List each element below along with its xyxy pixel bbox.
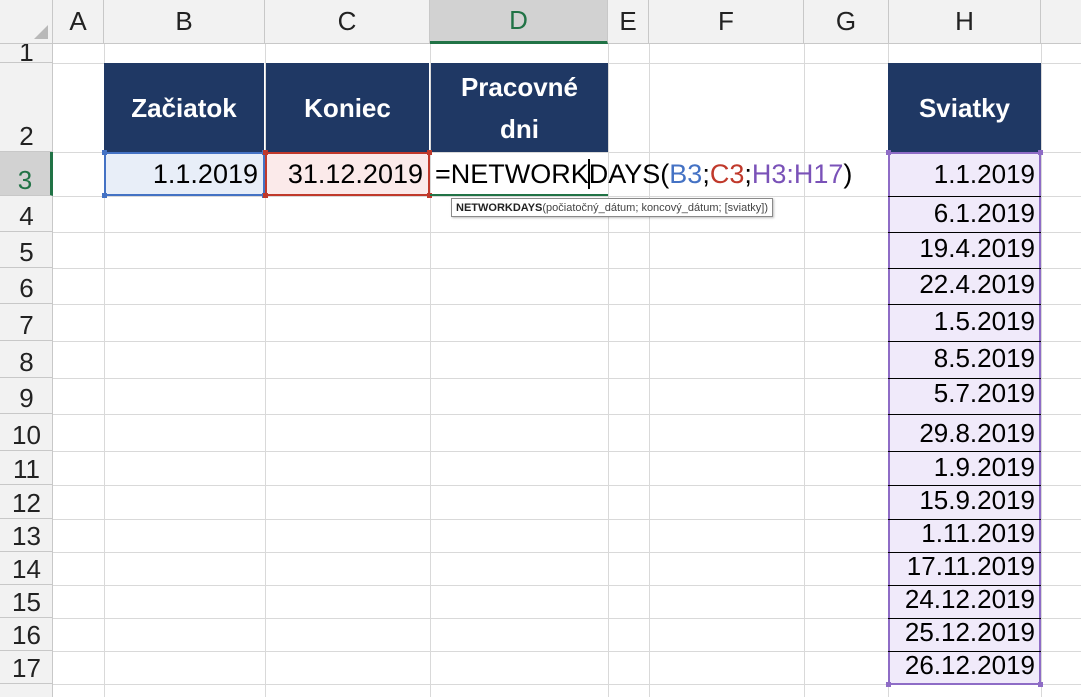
active-cell-border bbox=[430, 194, 608, 196]
column-header-b[interactable]: B bbox=[104, 0, 265, 44]
range-handle[interactable] bbox=[102, 150, 107, 155]
column-header-next[interactable] bbox=[1041, 0, 1081, 44]
holiday-cell[interactable]: 1.5.2019 bbox=[888, 305, 1041, 338]
row-header-2[interactable]: 2 bbox=[0, 63, 53, 152]
header-end-cell[interactable]: Koniec bbox=[266, 63, 430, 152]
formula-sep2: ; bbox=[744, 158, 752, 189]
row-header-7[interactable]: 7 bbox=[0, 304, 53, 341]
row-header-13[interactable]: 13 bbox=[0, 519, 53, 552]
holiday-cell[interactable]: 6.1.2019 bbox=[888, 197, 1041, 230]
holiday-row-line bbox=[888, 414, 1041, 415]
row-header-11[interactable]: 11 bbox=[0, 451, 53, 485]
row-header-14[interactable]: 14 bbox=[0, 552, 53, 585]
column-header-h[interactable]: H bbox=[889, 0, 1041, 44]
start-date-cell[interactable]: 1.1.2019 bbox=[104, 152, 265, 196]
holiday-cell[interactable]: 25.12.2019 bbox=[888, 616, 1041, 649]
header-workdays-line1: Pracovné bbox=[460, 71, 579, 102]
tooltip-function-name[interactable]: NETWORKDAYS bbox=[456, 202, 542, 214]
column-header-f[interactable]: F bbox=[649, 0, 804, 44]
formula-func-rest: DAYS( bbox=[588, 158, 670, 189]
row-header-16[interactable]: 16 bbox=[0, 618, 53, 651]
formula-arg-holidays: H3:H17 bbox=[751, 158, 844, 189]
formula-close: ) bbox=[843, 158, 853, 189]
row-header-4[interactable]: 4 bbox=[0, 196, 53, 232]
row-header-12[interactable]: 12 bbox=[0, 485, 53, 519]
holiday-cell[interactable]: 24.12.2019 bbox=[888, 583, 1041, 616]
holiday-cell[interactable]: 5.7.2019 bbox=[888, 377, 1041, 410]
gridline bbox=[1041, 44, 1042, 697]
formula-sep1: ; bbox=[702, 158, 710, 189]
header-workdays-line2: dni bbox=[500, 113, 539, 144]
select-all-triangle-icon bbox=[34, 25, 48, 39]
row-header-6[interactable]: 6 bbox=[0, 268, 53, 304]
holiday-cell[interactable]: 29.8.2019 bbox=[888, 417, 1041, 450]
range-handle[interactable] bbox=[263, 193, 268, 198]
holiday-cell[interactable]: 15.9.2019 bbox=[888, 484, 1041, 517]
holiday-cell[interactable]: 22.4.2019 bbox=[888, 268, 1041, 301]
column-header-g[interactable]: G bbox=[804, 0, 889, 44]
select-all-corner[interactable] bbox=[0, 0, 53, 44]
row-header-3[interactable]: 3 bbox=[0, 152, 53, 196]
range-handle[interactable] bbox=[1038, 150, 1043, 155]
holiday-cell[interactable]: 1.1.2019 bbox=[888, 158, 1041, 191]
header-start-cell[interactable]: Začiatok bbox=[104, 63, 265, 152]
range-handle[interactable] bbox=[1038, 682, 1043, 687]
row-header-5[interactable]: 5 bbox=[0, 232, 53, 268]
row-header-8[interactable]: 8 bbox=[0, 341, 53, 378]
holiday-cell[interactable]: 26.12.2019 bbox=[888, 649, 1041, 682]
row-header-9[interactable]: 9 bbox=[0, 378, 53, 414]
column-header-e[interactable]: E bbox=[608, 0, 649, 44]
gridline bbox=[649, 44, 650, 697]
holiday-cell[interactable]: 1.11.2019 bbox=[888, 517, 1041, 550]
formula-prefix: =NETWORK bbox=[435, 158, 589, 189]
function-tooltip[interactable]: NETWORKDAYS (počiatočný_dátum; koncový_dá… bbox=[451, 198, 773, 217]
holiday-cell[interactable]: 8.5.2019 bbox=[888, 342, 1041, 375]
formula-arg-end: C3 bbox=[709, 158, 745, 189]
column-header-c[interactable]: C bbox=[265, 0, 430, 44]
header-holidays-cell[interactable]: Sviatky bbox=[888, 63, 1041, 152]
row-header-17[interactable]: 17 bbox=[0, 651, 53, 684]
holiday-cell[interactable]: 1.9.2019 bbox=[888, 451, 1041, 484]
column-header-a[interactable]: A bbox=[53, 0, 104, 44]
tooltip-args: (počiatočný_dátum; koncový_dátum; [sviat… bbox=[542, 201, 768, 214]
holiday-cell[interactable]: 19.4.2019 bbox=[888, 232, 1041, 265]
gridline bbox=[804, 44, 805, 697]
range-handle[interactable] bbox=[102, 193, 107, 198]
header-workdays-cell[interactable]: Pracovné dni bbox=[431, 63, 608, 152]
formula-edit-cell[interactable]: =NETWORK DAYS(B3; C3; H3:H17) bbox=[431, 152, 891, 196]
end-date-cell[interactable]: 31.12.2019 bbox=[265, 152, 430, 196]
range-handle[interactable] bbox=[886, 150, 891, 155]
holiday-cell[interactable]: 17.11.2019 bbox=[888, 550, 1041, 583]
formula-arg-start: B3 bbox=[669, 158, 703, 189]
gridline bbox=[608, 44, 609, 697]
range-handle[interactable] bbox=[263, 150, 268, 155]
column-header-d[interactable]: D bbox=[430, 0, 608, 44]
row-header-10[interactable]: 10 bbox=[0, 414, 53, 451]
row-header-15[interactable]: 15 bbox=[0, 585, 53, 618]
row-header-1[interactable]: 1 bbox=[0, 44, 53, 63]
range-handle[interactable] bbox=[886, 682, 891, 687]
